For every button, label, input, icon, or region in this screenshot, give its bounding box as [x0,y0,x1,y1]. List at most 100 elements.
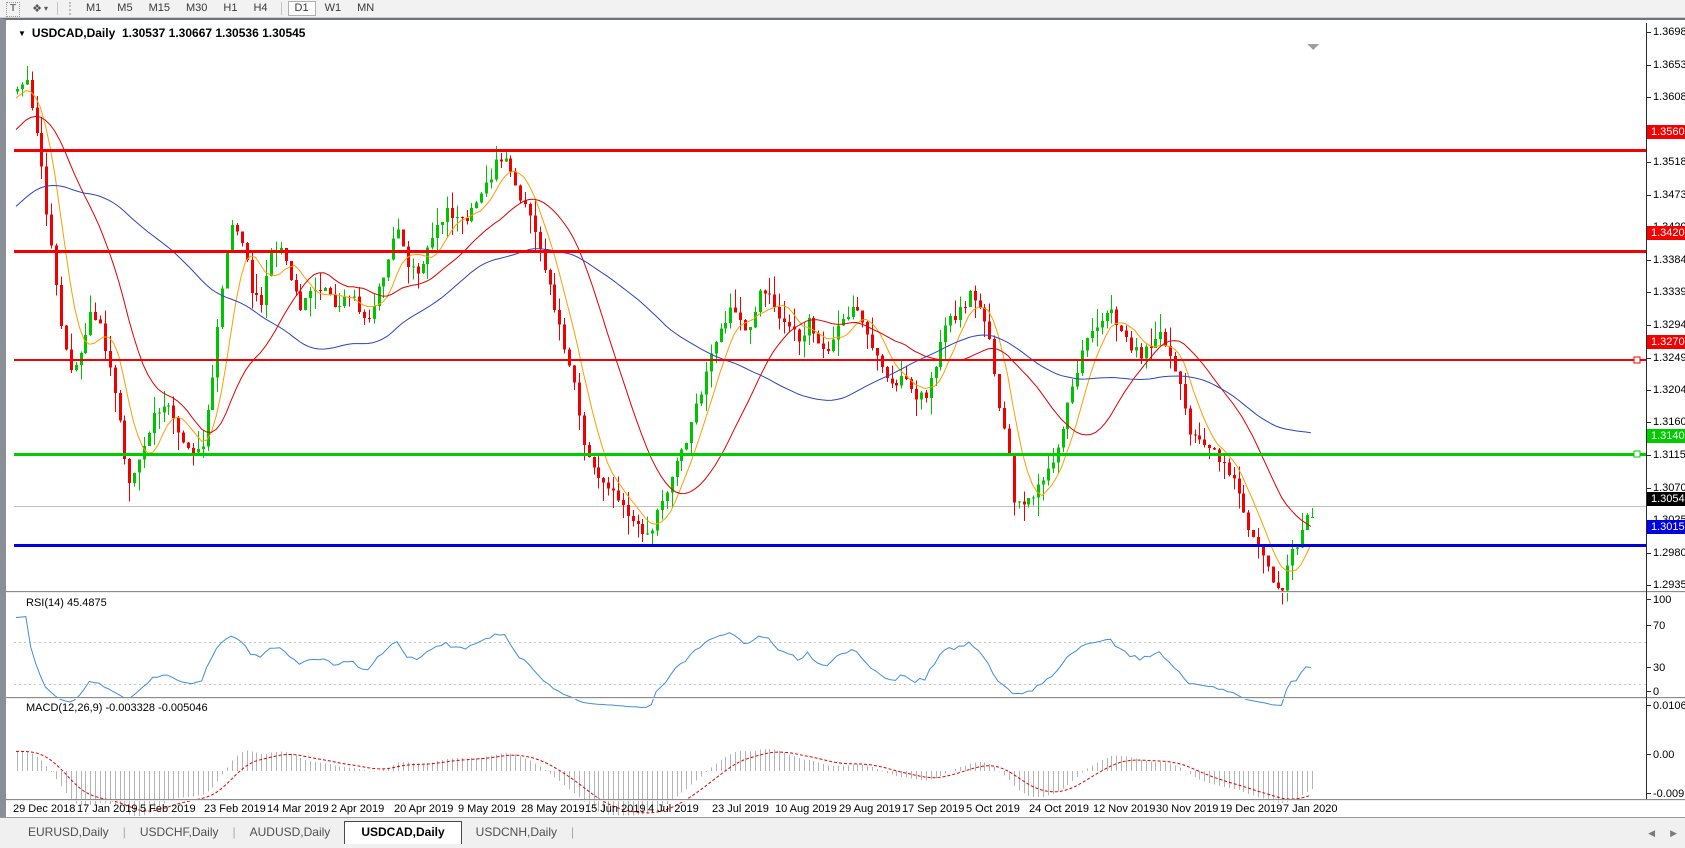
hline-1.31405[interactable] [14,453,1646,456]
price-tick-label: 1.29350 [1653,579,1685,591]
date-label: 24 Oct 2019 [1029,803,1089,815]
toolbar-separator [57,2,58,15]
price-tick-label: 1.32940 [1653,319,1685,331]
price-tick-label: 1.36530 [1653,59,1685,71]
date-label: 5 Oct 2019 [966,803,1020,815]
macd-tick-label: 0.010615 [1653,700,1685,712]
price-tick-label: 1.36980 [1653,26,1685,38]
date-label: 15 Jun 2019 [585,803,646,815]
date-label: 4 Jul 2019 [648,803,699,815]
macd-tick-dash [1647,754,1651,755]
text-label-tool-button[interactable]: T [6,2,20,17]
price-tick-label: 1.32490 [1653,352,1685,364]
splitter-main-rsi[interactable] [6,591,1685,593]
hline-1.35606[interactable] [14,149,1646,152]
chart-tab-eurusd[interactable]: EURUSD,Daily [14,822,123,843]
rsi-label: RSI(14) 45.4875 [26,597,107,609]
price-tick-label: 1.34730 [1653,189,1685,201]
macd-label: MACD(12,26,9) -0.003328 -0.005046 [26,702,208,714]
date-label: 29 Dec 2018 [13,803,75,815]
splitter-rsi-macd[interactable] [6,697,1685,699]
timeframe-button-m5[interactable]: M5 [110,1,139,16]
price-tick-dash [1647,358,1651,359]
date-label: 17 Jan 2019 [77,803,138,815]
hline-handle[interactable] [1634,451,1640,457]
tab-scroll-right-icon[interactable]: ▶ [1670,828,1677,839]
candles [16,66,1314,605]
hline-1.34206[interactable] [14,250,1646,253]
hline-1.30152[interactable] [14,544,1646,547]
price-tick-dash [1647,390,1651,391]
rsi-tick-dash [1647,667,1651,668]
timeframe-button-m30[interactable]: M30 [179,1,214,16]
price-tick-label: 1.36080 [1653,91,1685,103]
timeframe-button-group: M1M5M15M30H1H4 D1W1MN [78,1,382,16]
price-axis-line [1646,23,1647,799]
date-label: 20 Apr 2019 [394,803,453,815]
date-label: 5 Feb 2019 [140,803,196,815]
price-tick-label: 1.33840 [1653,254,1685,266]
rsi-tick-dash [1647,599,1651,600]
rsi-tick-label: 70 [1653,620,1665,632]
hline-handle[interactable] [1634,357,1640,363]
timeframe-button-m15[interactable]: M15 [142,1,177,16]
date-label: 10 Aug 2019 [775,803,837,815]
title-ohlc: 1.30537 1.30667 1.30536 1.30545 [122,26,306,40]
date-label: 19 Dec 2019 [1220,803,1282,815]
splitter-macd-dates[interactable] [6,799,1685,801]
toolbar-grip[interactable] [69,2,74,15]
hline-1.32700[interactable] [14,359,1646,361]
tab-row: EURUSD,Daily|USDCHF,Daily|AUDUSD,DailyUS… [14,821,574,843]
tab-separator: | [571,822,574,843]
collapse-arrow-icon[interactable]: ▼ [18,29,26,38]
rsi-tick-label: 100 [1653,594,1671,606]
date-label: 14 Mar 2019 [267,803,329,815]
chart-tab-audusd[interactable]: AUDUSD,Daily [236,822,345,843]
chart-tab-usdcad[interactable]: USDCAD,Daily [344,821,461,844]
macd-panel[interactable] [14,717,1646,817]
rsi-tick-dash [1647,625,1651,626]
chart-tab-usdcnh[interactable]: USDCNH,Daily [462,822,571,843]
rsi-tick-dash [1647,691,1651,692]
timeframe-button-m1[interactable]: M1 [79,1,108,16]
price-label-1.32700: 1.32700 [1647,335,1685,349]
price-label-1.30152: 1.30152 [1647,520,1685,534]
price-tick-dash [1647,32,1651,33]
timeframe-button-d1[interactable]: D1 [288,1,316,16]
price-tick-label: 1.33390 [1653,286,1685,298]
price-tick-dash [1647,488,1651,489]
rsi-panel[interactable] [14,611,1646,715]
date-label: 12 Nov 2019 [1093,803,1155,815]
arrange-windows-icon[interactable]: ❖ [32,2,42,16]
timeframe-button-h1[interactable]: H1 [216,1,244,16]
price-tick-dash [1647,422,1651,423]
chart-tab-usdchf[interactable]: USDCHF,Daily [126,822,233,843]
price-tick-dash [1647,455,1651,456]
price-tick-dash [1647,162,1651,163]
title-symbol: USDCAD,Daily [32,26,115,40]
tab-scroll-left-icon[interactable]: ◀ [1648,828,1655,839]
rsi-tick-label: 0 [1653,686,1659,698]
price-label-1.31405: 1.31405 [1647,429,1685,443]
rsi-tick-label: 30 [1653,662,1665,674]
price-tick-dash [1647,585,1651,586]
timeframe-button-w1[interactable]: W1 [318,1,349,16]
price-tick-dash [1647,65,1651,66]
current-price-label: 1.30545 [1647,492,1685,506]
chart-shift-marker-icon[interactable] [1307,44,1319,50]
price-tick-dash [1647,292,1651,293]
price-tick-dash [1647,195,1651,196]
price-tick-dash [1647,260,1651,261]
price-chart-area[interactable] [14,41,1646,609]
timeframe-button-h4[interactable]: H4 [246,1,274,16]
timeframe-button-mn[interactable]: MN [350,1,381,16]
price-label-1.34206: 1.34206 [1647,226,1685,240]
date-label: 28 May 2019 [521,803,585,815]
price-tick-label: 1.29800 [1653,547,1685,559]
chevron-down-icon[interactable]: ▾ [44,4,48,13]
hline-grey[interactable] [14,506,1646,507]
date-label: 7 Jan 2020 [1283,803,1337,815]
chart-window: ▼ USDCAD,Daily 1.30537 1.30667 1.30536 1.… [0,18,1685,817]
price-tick-label: 1.31600 [1653,416,1685,428]
price-tick-dash [1647,553,1651,554]
